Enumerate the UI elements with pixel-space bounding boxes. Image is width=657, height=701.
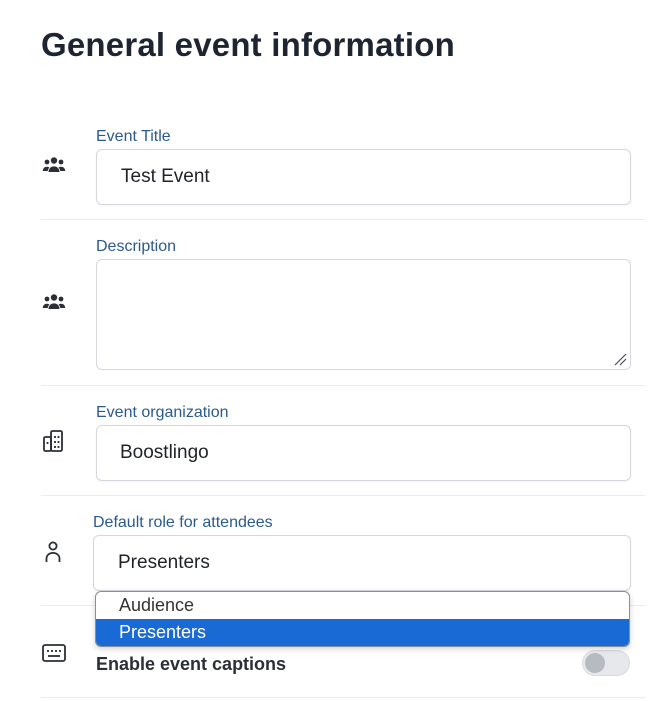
person-icon — [40, 539, 66, 565]
dropdown-option-presenters[interactable]: Presenters — [96, 619, 629, 646]
users-icon — [41, 152, 67, 178]
toggle-knob — [585, 653, 605, 673]
organization-label: Event organization — [96, 404, 229, 421]
dropdown-option-audience[interactable]: Audience — [96, 592, 629, 619]
event-title-input[interactable]: Test Event — [96, 149, 631, 205]
role-dropdown-list: Audience Presenters — [95, 591, 630, 647]
page-title: General event information — [41, 26, 455, 63]
description-label: Description — [96, 238, 177, 255]
divider — [41, 697, 645, 698]
captions-label: Enable event captions — [96, 654, 287, 674]
role-select[interactable]: Presenters — [93, 535, 631, 591]
description-textarea[interactable] — [96, 259, 631, 370]
captions-toggle[interactable] — [582, 650, 630, 676]
captions-icon — [41, 640, 67, 666]
organization-input[interactable]: Boostlingo — [96, 425, 631, 481]
event-title-label: Event Title — [96, 128, 171, 145]
resize-handle-icon[interactable] — [613, 352, 627, 366]
divider — [41, 385, 645, 386]
building-icon — [41, 428, 67, 454]
role-label: Default role for attendees — [93, 514, 273, 531]
divider — [41, 219, 645, 220]
users-icon — [41, 289, 67, 315]
divider — [41, 495, 645, 496]
